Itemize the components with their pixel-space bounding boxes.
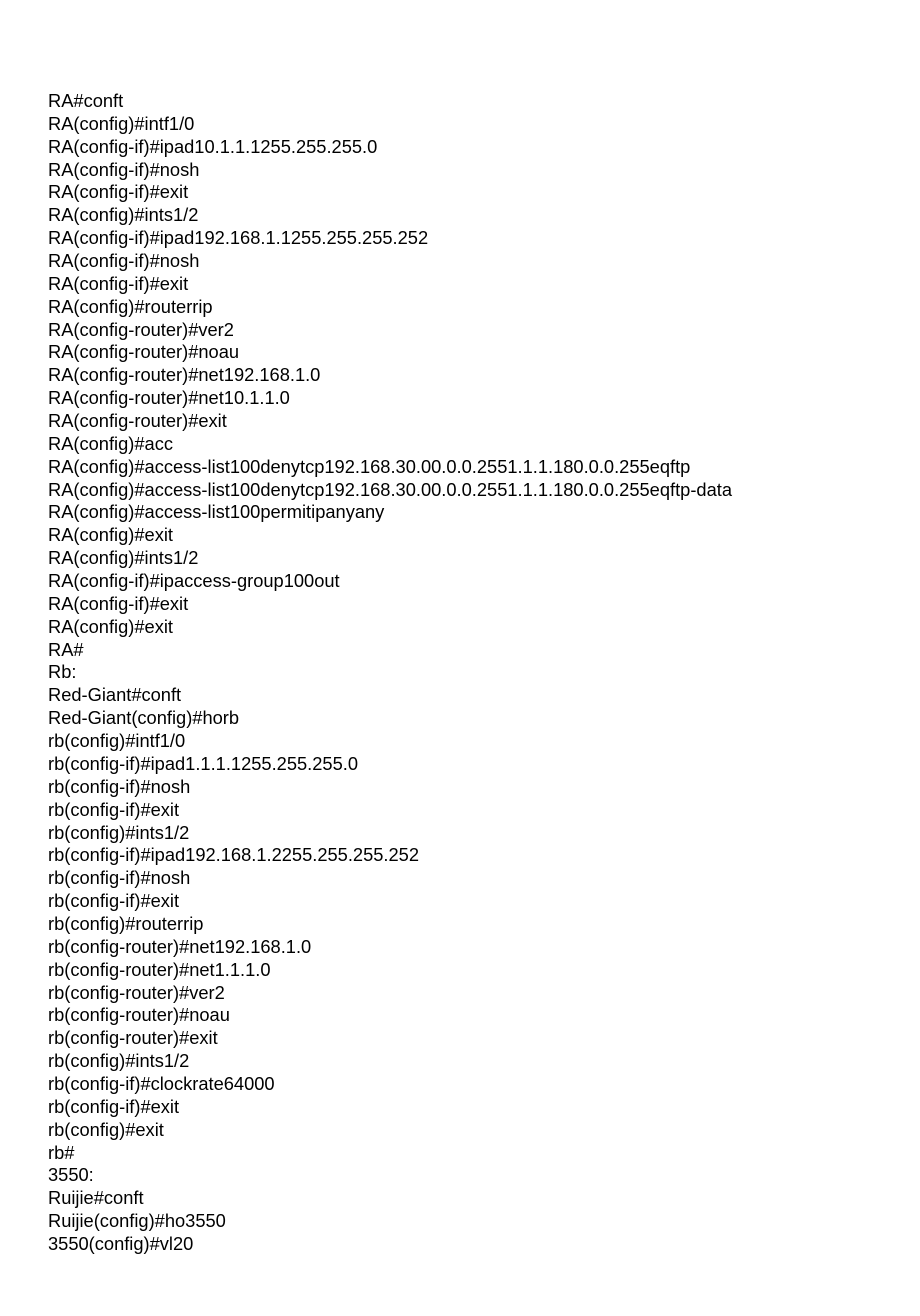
document-body: RA#conftRA(config)#intf1/0RA(config-if)#… [0, 0, 920, 1316]
cli-line: RA(config-if)#ipaccess-group100out [48, 570, 872, 593]
cli-line: rb(config-router)#ver2 [48, 982, 872, 1005]
cli-line: 3550(config)#vl20 [48, 1233, 872, 1256]
cli-line: RA(config-router)#noau [48, 341, 872, 364]
cli-line: RA#conft [48, 90, 872, 113]
cli-line: rb(config)#exit [48, 1119, 872, 1142]
cli-line: RA(config)#ints1/2 [48, 204, 872, 227]
cli-line: RA(config)#ints1/2 [48, 547, 872, 570]
cli-line: RA(config-if)#nosh [48, 159, 872, 182]
cli-line: Red-Giant(config)#horb [48, 707, 872, 730]
cli-line: RA(config-router)#exit [48, 410, 872, 433]
cli-line: rb(config-if)#nosh [48, 867, 872, 890]
cli-line: rb(config-router)#exit [48, 1027, 872, 1050]
cli-line: RA(config-router)#net10.1.1.0 [48, 387, 872, 410]
cli-line: RA(config)#access-list100permitipanyany [48, 501, 872, 524]
cli-line: rb(config-if)#exit [48, 799, 872, 822]
cli-line: rb(config-if)#clockrate64000 [48, 1073, 872, 1096]
cli-line: rb(config)#intf1/0 [48, 730, 872, 753]
cli-line: RA(config-if)#nosh [48, 250, 872, 273]
cli-line: Ruijie#conft [48, 1187, 872, 1210]
cli-line: RA(config-router)#ver2 [48, 319, 872, 342]
cli-line: RA(config-if)#ipad192.168.1.1255.255.255… [48, 227, 872, 250]
cli-line: RA(config)#access-list100denytcp192.168.… [48, 456, 872, 479]
cli-line: rb(config-router)#net192.168.1.0 [48, 936, 872, 959]
cli-line: RA(config)#acc [48, 433, 872, 456]
cli-line: RA(config)#access-list100denytcp192.168.… [48, 479, 872, 502]
cli-line: RA(config-if)#ipad10.1.1.1255.255.255.0 [48, 136, 872, 159]
cli-line: RA# [48, 639, 872, 662]
cli-line: rb(config-if)#nosh [48, 776, 872, 799]
cli-line: RA(config-router)#net192.168.1.0 [48, 364, 872, 387]
cli-line: rb(config-if)#exit [48, 1096, 872, 1119]
cli-line: 3550: [48, 1164, 872, 1187]
cli-line: rb(config-router)#net1.1.1.0 [48, 959, 872, 982]
cli-line: rb(config)#ints1/2 [48, 822, 872, 845]
cli-line: Ruijie(config)#ho3550 [48, 1210, 872, 1233]
cli-line: rb(config-if)#ipad192.168.1.2255.255.255… [48, 844, 872, 867]
cli-line: RA(config-if)#exit [48, 273, 872, 296]
cli-line: Red-Giant#conft [48, 684, 872, 707]
cli-line: RA(config-if)#exit [48, 181, 872, 204]
cli-line: rb(config)#routerrip [48, 913, 872, 936]
cli-line: rb(config-if)#ipad1.1.1.1255.255.255.0 [48, 753, 872, 776]
cli-line: rb# [48, 1142, 872, 1165]
cli-line: rb(config)#ints1/2 [48, 1050, 872, 1073]
cli-line: RA(config)#exit [48, 616, 872, 639]
cli-line: RA(config-if)#exit [48, 593, 872, 616]
cli-line: rb(config-if)#exit [48, 890, 872, 913]
cli-line: RA(config)#exit [48, 524, 872, 547]
cli-line: Rb: [48, 661, 872, 684]
cli-line: rb(config-router)#noau [48, 1004, 872, 1027]
cli-line: RA(config)#intf1/0 [48, 113, 872, 136]
cli-line: RA(config)#routerrip [48, 296, 872, 319]
